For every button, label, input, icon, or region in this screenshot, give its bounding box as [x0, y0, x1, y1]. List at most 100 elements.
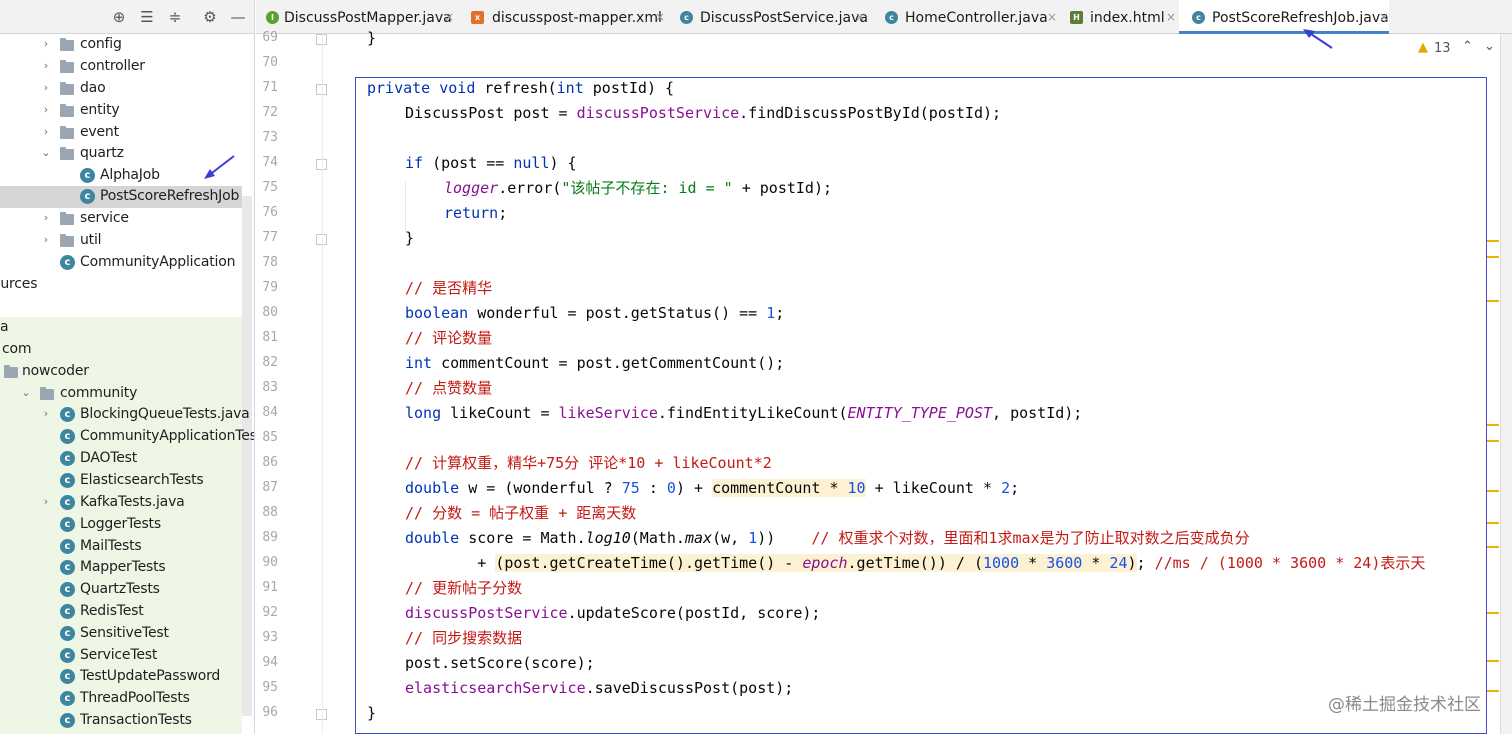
annotation-arrow-icon [204, 155, 235, 179]
chevron-down-icon[interactable]: ⌄ [1484, 39, 1495, 54]
tab-label: HomeController.java [905, 10, 1048, 26]
chevron-right-icon[interactable]: › [40, 126, 52, 138]
editor-tab[interactable]: I DiscussPostMapper.java × [256, 0, 458, 34]
tree-item[interactable]: c LoggerTests [0, 514, 242, 536]
chevron-right-icon[interactable]: › [40, 38, 52, 50]
class-icon: c [60, 517, 75, 532]
line-number: 79 [262, 280, 278, 295]
code-line-94: post.setScore(score); [405, 654, 595, 672]
locate-icon[interactable]: ⊕ [110, 8, 128, 26]
chevron-right-icon[interactable]: › [40, 234, 52, 246]
code-line-86: // 计算权重，精华+75分 评论*10 + likeCount*2 [405, 454, 772, 472]
chevron-up-icon[interactable]: ⌃ [1462, 39, 1473, 54]
inspection-widget[interactable]: ▲ 13 ⌃ ⌄ [1412, 38, 1502, 60]
chevron-right-icon[interactable]: › [40, 104, 52, 116]
tree-item[interactable]: nowcoder [0, 361, 242, 383]
tree-item-label: DAOTest [80, 450, 138, 466]
line-number: 73 [262, 130, 278, 145]
error-stripe-mark[interactable] [1487, 424, 1499, 426]
collapse-all-icon[interactable]: ≑ [166, 8, 184, 26]
folder-icon [4, 365, 18, 378]
tree-item-label: KafkaTests.java [80, 494, 185, 510]
tree-item[interactable]: c CommunityApplicationTests [0, 426, 254, 448]
tree-item[interactable]: c ServiceTest [0, 645, 242, 667]
close-icon[interactable]: × [655, 10, 665, 24]
tree-item[interactable]: › c BlockingQueueTests.java [0, 404, 250, 426]
chevron-right-icon[interactable]: › [40, 82, 52, 94]
line-number: 74 [262, 155, 278, 170]
tree-item[interactable]: › c KafkaTests.java [0, 492, 242, 514]
tree-item-label: community [60, 385, 138, 401]
tree-item[interactable]: › entity [0, 100, 242, 122]
minimize-icon[interactable]: — [229, 8, 247, 26]
tree-item[interactable]: c TransactionTests [0, 710, 242, 732]
folder-icon [60, 234, 74, 247]
close-icon[interactable]: × [855, 10, 865, 24]
chevron-right-icon[interactable]: › [40, 212, 52, 224]
editor-tab[interactable]: c DiscussPostService.java × [666, 0, 868, 34]
tree-item[interactable]: ources [0, 274, 242, 296]
editor-tab[interactable]: x discusspost-mapper.xml × [458, 0, 666, 34]
code-line-91: // 更新帖子分数 [405, 579, 523, 597]
error-stripe-mark[interactable] [1487, 522, 1499, 524]
tree-item[interactable]: c RedisTest [0, 601, 242, 623]
gear-icon[interactable]: ⚙ [201, 8, 219, 26]
error-stripe-mark[interactable] [1487, 660, 1499, 662]
editor-tab[interactable]: c HomeController.java × [868, 0, 1061, 34]
class-icon: c [60, 429, 75, 444]
close-icon[interactable]: × [1379, 10, 1389, 24]
error-stripe-mark[interactable] [1487, 256, 1499, 258]
chevron-right-icon[interactable]: › [40, 408, 52, 420]
tree-item-label: ources [0, 276, 38, 292]
project-scrollbar[interactable] [242, 196, 252, 716]
code-line-96: } [367, 704, 377, 722]
tree-item[interactable]: › service [0, 208, 242, 230]
tree-item[interactable]: › event [0, 122, 242, 144]
chevron-right-icon[interactable]: › [40, 60, 52, 72]
error-stripe-mark[interactable] [1487, 612, 1499, 614]
tree-item[interactable]: › util [0, 230, 242, 252]
tree-item[interactable]: c CommunityApplication [0, 252, 242, 274]
tree-item[interactable]: › controller [0, 56, 242, 78]
error-stripe-mark[interactable] [1487, 300, 1499, 302]
tree-item[interactable]: c MapperTests [0, 557, 242, 579]
tree-item[interactable]: c SensitiveTest [0, 623, 242, 645]
tree-item[interactable]: c DAOTest [0, 448, 242, 470]
close-icon[interactable]: × [1166, 10, 1176, 24]
tree-item[interactable]: a [0, 317, 242, 339]
error-stripe-mark[interactable] [1487, 490, 1499, 492]
expand-all-icon[interactable]: ☰ [138, 8, 156, 26]
tree-item[interactable]: ⌄ community [0, 383, 242, 405]
editor-gutter: 69 70 71 72 73 74 75 76 77 78 79 80 81 82 83 84 85 86 87 88… [256, 30, 327, 734]
tree-item[interactable]: c MailTests [0, 536, 242, 558]
code-line-87: double w = (wonderful ? 75 : 0) + commen… [405, 479, 1020, 497]
tree-item[interactable]: c ElasticsearchTests [0, 470, 242, 492]
class-icon: c [60, 604, 75, 619]
tree-item[interactable]: c ThreadPoolTests [0, 688, 242, 710]
close-icon[interactable]: × [1047, 10, 1057, 24]
tree-item[interactable]: c PostScoreRefreshJob [0, 186, 242, 208]
tree-item[interactable]: c TestUpdatePassword [0, 666, 242, 688]
code-line-80: boolean wonderful = post.getStatus() == … [405, 304, 785, 322]
code-line-92: discussPostService.updateScore(postId, s… [405, 604, 821, 622]
editor-tab[interactable]: c PostScoreRefreshJob.java × [1179, 0, 1389, 34]
tree-item[interactable]: › config [0, 34, 242, 56]
error-stripe-mark[interactable] [1487, 240, 1499, 242]
error-stripe-mark[interactable] [1487, 440, 1499, 442]
folder-icon [60, 104, 74, 117]
chevron-down-icon[interactable]: ⌄ [20, 387, 32, 399]
tree-item-label: ServiceTest [80, 647, 158, 663]
right-tool-stripe[interactable] [1500, 34, 1512, 734]
tree-item[interactable]: c QuartzTests [0, 579, 242, 601]
tree-item-label: service [80, 210, 129, 226]
error-stripe-mark[interactable] [1487, 690, 1499, 692]
chevron-down-icon[interactable]: ⌄ [40, 147, 52, 159]
class-icon: c [60, 495, 75, 510]
chevron-right-icon[interactable]: › [40, 496, 52, 508]
tree-item-label: quartz [80, 145, 124, 161]
tree-item[interactable]: com [0, 339, 242, 361]
editor-tab[interactable]: Hindex.html × [1061, 0, 1179, 34]
close-icon[interactable]: × [444, 10, 454, 24]
error-stripe-mark[interactable] [1487, 546, 1499, 548]
tree-item[interactable]: › dao [0, 78, 242, 100]
